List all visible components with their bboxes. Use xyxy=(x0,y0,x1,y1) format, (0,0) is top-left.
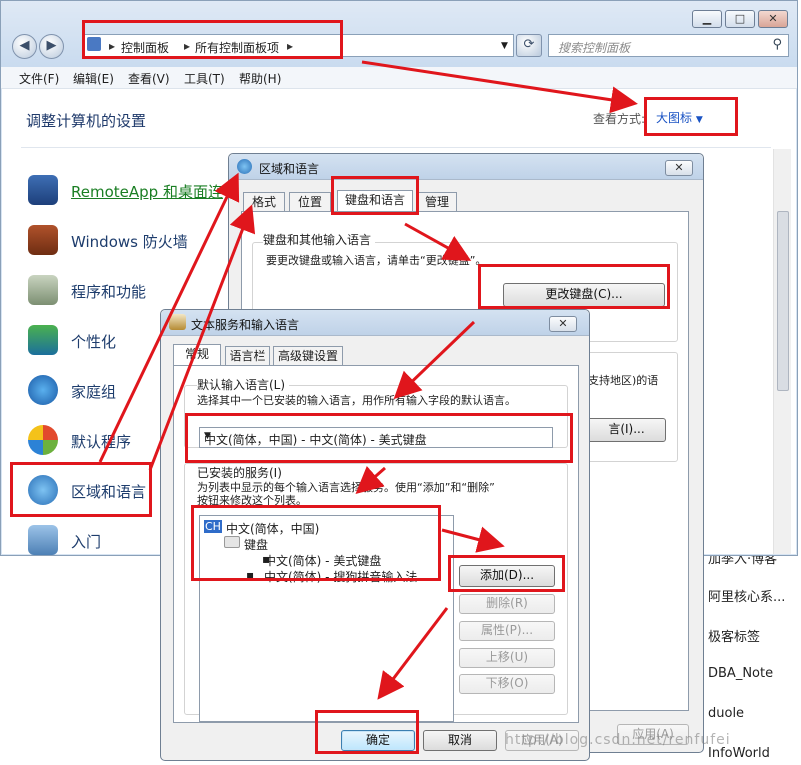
chevron-down-icon: ▼ xyxy=(204,431,211,441)
back-button[interactable]: ◀ xyxy=(12,34,37,59)
search-placeholder: 搜索控制面板 xyxy=(558,41,631,55)
cp-item-programs[interactable]: 程序和功能 xyxy=(26,271,226,311)
personalize-icon xyxy=(28,325,58,355)
text-services-dialog: 文本服务和输入语言 ✕ 常规 语言栏 高级键设置 默认输入语言(L) 选择其中一… xyxy=(160,309,590,761)
forward-button[interactable]: ▶ xyxy=(39,34,64,59)
refresh-button[interactable]: ⟳ xyxy=(516,34,542,57)
menu-help[interactable]: 帮助(H) xyxy=(239,70,281,87)
language-code-badge: CH xyxy=(204,520,222,533)
watermark: http://blog.csdn.net/renfufei xyxy=(505,732,731,748)
search-input[interactable]: 搜索控制面板 ⚲ xyxy=(548,34,789,57)
menu-bar: 文件(F) 编辑(E) 查看(V) 工具(T) 帮助(H) xyxy=(1,67,797,89)
bg-link[interactable]: 阿里核心系... xyxy=(708,586,785,605)
menu-tools[interactable]: 工具(T) xyxy=(184,70,225,87)
default-language-select[interactable]: 中文(简体，中国) - 中文(简体) - 美式键盘 ▼ xyxy=(199,427,553,448)
window-header: ▁ □ ✕ ◀ ▶ ▸ 控制面板 ▸ 所有控制面板项 ▸ ▼ ⟳ 搜索控制面板 … xyxy=(1,1,797,67)
cp-item-label: 家庭组 xyxy=(71,383,117,401)
cp-item-remoteapp[interactable]: RemoteApp 和桌面连 xyxy=(26,171,226,211)
breadcrumb-control-panel[interactable]: 控制面板 xyxy=(121,39,169,56)
tab-general[interactable]: 常规 xyxy=(173,344,221,366)
getting-started-icon xyxy=(28,525,58,555)
menu-file[interactable]: 文件(F) xyxy=(19,70,59,87)
tab-location[interactable]: 位置 xyxy=(289,192,331,212)
background-link-list: 加季入·博客 阿里核心系... 极客标签 DBA_Note duole Info… xyxy=(700,520,801,765)
tab-advanced-key-settings[interactable]: 高级键设置 xyxy=(273,346,343,366)
globe-clock-icon xyxy=(28,475,58,505)
default-programs-icon xyxy=(28,425,58,455)
chevron-down-icon[interactable]: ▼ xyxy=(501,41,508,51)
change-keyboard-button[interactable]: 更改键盘(C)... xyxy=(503,283,665,307)
properties-button[interactable]: 属性(P)... xyxy=(459,621,555,641)
dialog-title: 文本服务和输入语言 xyxy=(191,318,300,332)
tree-category-node[interactable]: 键盘 xyxy=(244,536,268,553)
breadcrumb-all-items[interactable]: 所有控制面板项 xyxy=(195,39,279,56)
keyboard-icon xyxy=(224,536,240,548)
bg-link[interactable]: 极客标签 xyxy=(708,626,760,645)
caret-down-icon: ▼ xyxy=(695,115,703,125)
group-title: 默认输入语言(L) xyxy=(197,376,290,393)
keyboard-icon xyxy=(169,314,186,330)
cp-item-label: 程序和功能 xyxy=(71,283,147,301)
tab-keyboards-languages[interactable]: 键盘和语言 xyxy=(337,190,413,212)
tree-service-item[interactable]: 中文(简体) - 美式键盘 xyxy=(264,552,381,569)
cp-item-label: 默认程序 xyxy=(71,433,132,451)
remoteapp-icon xyxy=(28,175,58,205)
dialog-titlebar: 文本服务和输入语言 ✕ xyxy=(161,310,589,336)
scrollbar[interactable] xyxy=(773,149,791,554)
remove-button[interactable]: 删除(R) xyxy=(459,594,555,614)
bg-link[interactable]: duole xyxy=(708,706,744,721)
view-by-value: 大图标 xyxy=(656,111,693,125)
cp-item-label: 区域和语言 xyxy=(71,483,147,501)
menu-edit[interactable]: 编辑(E) xyxy=(73,70,114,87)
group-title: 键盘和其他输入语言 xyxy=(263,231,376,248)
chevron-right-icon: ▸ xyxy=(109,39,116,53)
tree-service-item[interactable]: 中文(简体) - 搜狗拼音输入法 xyxy=(264,568,417,585)
bg-link[interactable]: InfoWorld xyxy=(708,746,770,761)
view-by-dropdown[interactable]: 大图标 ▼ xyxy=(656,109,703,126)
close-button[interactable]: ✕ xyxy=(758,10,788,28)
default-language-desc: 选择其中一个已安装的输入语言，用作所有输入字段的默认语言。 xyxy=(197,394,516,407)
close-button[interactable]: ✕ xyxy=(549,316,577,332)
installed-desc: 按钮来修改这个列表。 xyxy=(197,494,307,507)
install-language-button[interactable]: 言(I)... xyxy=(587,418,666,442)
view-by-label: 查看方式: xyxy=(593,112,646,126)
tab-administrative[interactable]: 管理 xyxy=(417,192,457,212)
globe-icon xyxy=(237,159,252,174)
move-down-button[interactable]: 下移(O) xyxy=(459,674,555,694)
homegroup-icon xyxy=(28,375,58,405)
control-panel-icon xyxy=(87,37,101,51)
minimize-button[interactable]: ▁ xyxy=(692,10,722,28)
search-icon[interactable]: ⚲ xyxy=(772,37,782,52)
programs-icon xyxy=(28,275,58,305)
bullet-icon: ▪ xyxy=(246,568,255,582)
cp-item-label: Windows 防火墙 xyxy=(71,233,188,251)
move-up-button[interactable]: 上移(U) xyxy=(459,648,555,668)
tree-language-node[interactable]: 中文(简体，中国) xyxy=(226,520,319,537)
bg-link[interactable]: DBA_Note xyxy=(708,666,773,681)
instruction-text: 要更改键盘或输入语言，请单击“更改键盘”。 xyxy=(266,254,487,267)
close-button[interactable]: ✕ xyxy=(665,160,693,176)
cp-item-firewall[interactable]: Windows 防火墙 xyxy=(26,221,226,261)
cp-item-label: 个性化 xyxy=(71,333,117,351)
services-tree[interactable]: CH 中文(简体，中国) 键盘 ▪ 中文(简体) - 美式键盘 ▪ 中文(简体)… xyxy=(199,515,454,722)
tab-formats[interactable]: 格式 xyxy=(243,192,285,212)
chevron-right-icon: ▸ xyxy=(184,39,191,53)
dialog-titlebar: 区域和语言 ✕ xyxy=(229,154,703,180)
cancel-button[interactable]: 取消 xyxy=(423,730,497,751)
chevron-right-icon: ▸ xyxy=(287,39,294,53)
scrollbar-thumb[interactable] xyxy=(777,211,789,391)
add-button[interactable]: 添加(D)... xyxy=(459,565,555,587)
maximize-button[interactable]: □ xyxy=(725,10,755,28)
partial-text: 支持地区)的语 xyxy=(588,374,659,387)
divider xyxy=(21,147,771,148)
dialog-title: 区域和语言 xyxy=(259,162,320,176)
menu-view[interactable]: 查看(V) xyxy=(128,70,170,87)
cp-item-label: RemoteApp 和桌面连 xyxy=(71,183,223,201)
cp-item-label: 入门 xyxy=(71,533,102,551)
page-title: 调整计算机的设置 xyxy=(26,112,147,130)
address-bar[interactable]: ▸ 控制面板 ▸ 所有控制面板项 ▸ ▼ xyxy=(82,34,514,57)
ok-button[interactable]: 确定 xyxy=(341,730,415,751)
firewall-icon xyxy=(28,225,58,255)
tab-language-bar[interactable]: 语言栏 xyxy=(225,346,270,366)
